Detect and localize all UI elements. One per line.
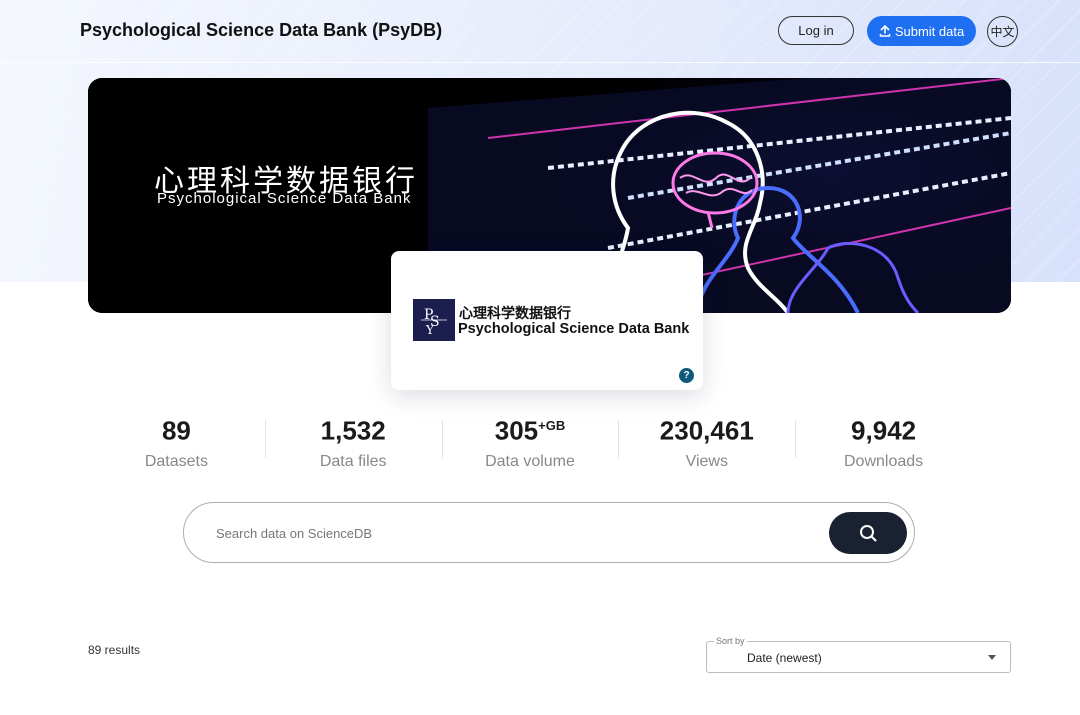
search-button[interactable] [829, 512, 907, 554]
stat-value: 230,461 [659, 415, 754, 446]
psydb-logo-icon: P S Y [413, 299, 455, 341]
sort-label: Sort by [714, 636, 747, 646]
help-icon[interactable]: ? [679, 368, 694, 383]
chevron-down-icon [988, 655, 996, 660]
stat-label: Downloads [844, 452, 924, 470]
banner-title-en: Psychological Science Data Bank [157, 190, 412, 207]
stat-label: Views [685, 452, 728, 470]
sort-value: Date (newest) [747, 651, 822, 665]
search-icon [860, 525, 877, 542]
search-bar [183, 502, 915, 563]
stat-value: 1,532 [320, 415, 386, 446]
submit-data-label: Submit data [894, 23, 965, 39]
login-button[interactable]: Log in [778, 16, 854, 45]
stat-views: 230,461 Views [618, 408, 795, 472]
statistics-row: 89 Datasets 1,532 Data files 305+GB Data… [88, 408, 972, 472]
results-count: 89 results [88, 643, 141, 657]
logo-name-en: Psychological Science Data Bank [458, 321, 690, 337]
stat-value: 9,942 [851, 415, 917, 446]
stat-label: Data volume [485, 452, 575, 470]
stat-downloads: 9,942 Downloads [795, 408, 972, 472]
stat-label: Data files [319, 452, 387, 470]
language-toggle[interactable]: 中文 [987, 16, 1018, 47]
stat-data-volume: 305+GB Data volume [441, 408, 619, 472]
svg-text:Y: Y [425, 323, 435, 337]
stat-value: 89 [161, 415, 191, 446]
logo-name-cn: 心理科学数据银行 [459, 306, 571, 322]
logo-card: P S Y 心理科学数据银行 Psychological Science Dat… [391, 251, 703, 390]
search-input[interactable] [214, 522, 778, 544]
upload-icon [879, 25, 891, 37]
stat-value: 305+GB [494, 415, 566, 446]
stat-data-files: 1,532 Data files [264, 408, 442, 472]
sort-select[interactable]: Sort by Date (newest) [706, 636, 1011, 673]
header-divider [0, 62, 1080, 63]
stat-label: Datasets [144, 452, 208, 470]
site-title[interactable]: Psychological Science Data Bank (PsyDB) [80, 20, 442, 41]
login-label: Log in [798, 23, 834, 38]
language-label: 中文 [990, 25, 1015, 39]
submit-data-button[interactable]: Submit data [867, 16, 976, 46]
stat-datasets: 89 Datasets [88, 408, 265, 472]
